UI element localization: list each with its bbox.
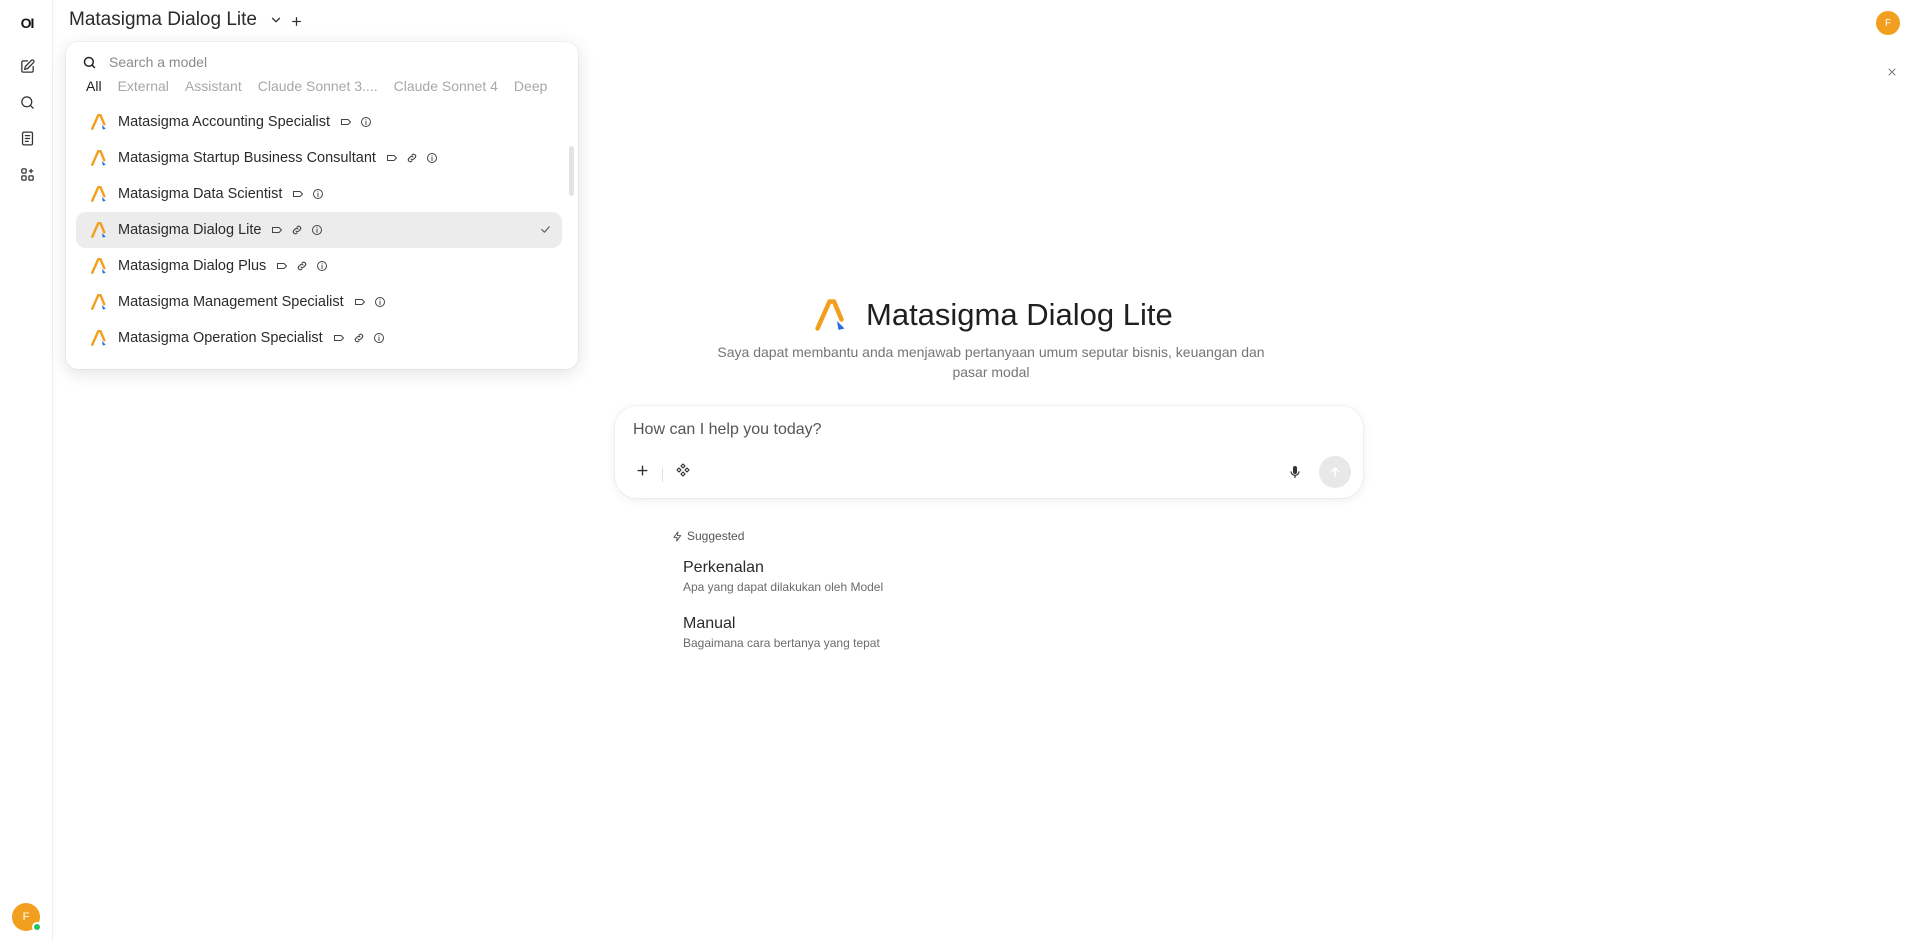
matasigma-logo-icon bbox=[91, 330, 106, 346]
matasigma-logo-icon bbox=[815, 299, 845, 331]
model-name: Matasigma Startup Business Consultant bbox=[118, 150, 376, 166]
suggestion-subtitle: Apa yang dapat dilakukan oleh Model bbox=[683, 580, 884, 594]
suggestion-title: Perkenalan bbox=[683, 559, 764, 576]
link-icon bbox=[293, 225, 302, 235]
suggestion-subtitle: Bagaimana cara bertanya yang tepat bbox=[683, 636, 880, 650]
model-list-scrollbar[interactable] bbox=[569, 146, 574, 196]
suggestion-item[interactable]: Perkenalan Apa yang dapat dilakukan oleh… bbox=[683, 559, 883, 594]
model-avatar bbox=[812, 296, 850, 334]
tab-assistant[interactable]: Assistant bbox=[185, 78, 242, 100]
arrow-up-icon bbox=[1330, 467, 1340, 477]
sidebar: OI F bbox=[0, 0, 53, 942]
grid-icon bbox=[20, 167, 34, 181]
top-header: Matasigma Dialog Lite F bbox=[53, 0, 1915, 44]
info-icon[interactable] bbox=[312, 188, 324, 200]
matasigma-logo-icon bbox=[91, 186, 106, 202]
info-icon[interactable] bbox=[373, 332, 385, 344]
attach-button[interactable] bbox=[630, 458, 654, 482]
model-list-item[interactable]: Matasigma Management Specialist bbox=[76, 284, 562, 320]
model-hero: Matasigma Dialog Lite bbox=[812, 294, 1173, 336]
suggestion-title: Manual bbox=[683, 615, 736, 632]
model-selector-dropdown: All External Assistant Claude Sonnet 3..… bbox=[66, 42, 578, 369]
model-list-item[interactable]: Matasigma Data Scientist bbox=[76, 176, 562, 212]
model-list-item[interactable]: Matasigma Accounting Specialist bbox=[76, 104, 562, 140]
voice-input-button[interactable] bbox=[1283, 460, 1307, 484]
tab-all[interactable]: All bbox=[86, 78, 102, 100]
link-icon bbox=[298, 261, 307, 271]
model-selector-button[interactable]: Matasigma Dialog Lite bbox=[69, 9, 283, 31]
matasigma-logo-icon bbox=[91, 114, 106, 130]
new-chat-button[interactable] bbox=[14, 53, 40, 79]
tab-external[interactable]: External bbox=[118, 78, 169, 100]
model-list-item[interactable]: Matasigma Startup Business Consultant bbox=[76, 140, 562, 176]
message-input[interactable] bbox=[633, 421, 1333, 439]
tag-icon bbox=[354, 299, 365, 305]
app-logo[interactable]: OI bbox=[18, 14, 36, 32]
model-list-item[interactable]: Matasigma Dialog Plus bbox=[76, 248, 562, 284]
link-icon bbox=[407, 153, 417, 163]
tools-button[interactable] bbox=[671, 458, 695, 482]
tag-icon bbox=[333, 335, 344, 341]
plus-icon bbox=[291, 16, 301, 26]
microphone-icon bbox=[1290, 466, 1300, 478]
model-name: Matasigma Accounting Specialist bbox=[118, 114, 330, 130]
checkmark-icon bbox=[541, 226, 550, 233]
plus-icon bbox=[636, 464, 648, 476]
composer-divider bbox=[662, 468, 663, 482]
online-status-indicator bbox=[32, 922, 42, 932]
info-icon[interactable] bbox=[316, 260, 328, 272]
matasigma-logo-icon bbox=[91, 294, 106, 310]
model-search-bar bbox=[82, 50, 562, 74]
pencil-square-icon bbox=[20, 58, 35, 73]
lightning-icon bbox=[673, 530, 682, 542]
tab-claude-sonnet-4[interactable]: Claude Sonnet 4 bbox=[394, 78, 498, 100]
selected-model-name: Matasigma Dialog Lite bbox=[69, 9, 257, 30]
model-name: Matasigma Operation Specialist bbox=[118, 330, 323, 346]
tab-deep[interactable]: Deep bbox=[514, 78, 547, 100]
notes-button[interactable] bbox=[14, 125, 40, 151]
model-search-input[interactable] bbox=[109, 54, 529, 70]
model-list-item[interactable]: Matasigma Operation Specialist bbox=[76, 320, 562, 356]
suggested-label: Suggested bbox=[687, 529, 745, 543]
hero-model-title: Matasigma Dialog Lite bbox=[866, 297, 1173, 332]
search-icon bbox=[20, 95, 34, 109]
model-name: Matasigma Dialog Lite bbox=[118, 222, 262, 238]
matasigma-logo-icon bbox=[91, 222, 106, 238]
suggested-heading: Suggested bbox=[672, 529, 744, 543]
integrations-icon bbox=[676, 463, 690, 477]
model-list-item-selected[interactable]: Matasigma Dialog Lite bbox=[76, 212, 562, 248]
link-icon bbox=[354, 333, 363, 343]
matasigma-logo-icon bbox=[91, 150, 106, 166]
tag-icon bbox=[386, 155, 398, 161]
search-button[interactable] bbox=[14, 89, 40, 115]
info-icon[interactable] bbox=[374, 296, 386, 308]
model-filter-tabs: All External Assistant Claude Sonnet 3..… bbox=[86, 78, 576, 100]
close-button[interactable] bbox=[1884, 64, 1900, 80]
send-button[interactable] bbox=[1319, 456, 1351, 488]
matasigma-logo-icon bbox=[91, 258, 106, 274]
search-icon bbox=[83, 56, 96, 68]
tag-icon bbox=[277, 263, 288, 269]
info-icon[interactable] bbox=[311, 224, 323, 236]
tab-claude-sonnet-3[interactable]: Claude Sonnet 3.... bbox=[258, 78, 378, 100]
info-icon[interactable] bbox=[426, 152, 438, 164]
message-composer bbox=[615, 406, 1363, 498]
model-name: Matasigma Dialog Plus bbox=[118, 258, 267, 274]
workspace-button[interactable] bbox=[14, 161, 40, 187]
tag-icon bbox=[272, 227, 283, 233]
header-user-avatar[interactable]: F bbox=[1876, 11, 1900, 35]
hero-model-description: Saya dapat membantu anda menjawab pertan… bbox=[717, 344, 1265, 380]
model-name: Matasigma Data Scientist bbox=[118, 186, 283, 202]
chevron-down-icon bbox=[271, 17, 281, 23]
tag-icon bbox=[340, 119, 352, 125]
close-icon bbox=[1888, 68, 1896, 76]
tag-icon bbox=[293, 191, 304, 197]
info-icon[interactable] bbox=[360, 116, 372, 128]
suggestion-item[interactable]: Manual Bagaimana cara bertanya yang tepa… bbox=[683, 615, 880, 650]
model-list: Matasigma Accounting Specialist Matasigm… bbox=[76, 104, 562, 366]
add-model-button[interactable] bbox=[287, 12, 305, 30]
notes-icon bbox=[21, 130, 33, 146]
model-name: Matasigma Management Specialist bbox=[118, 294, 344, 310]
